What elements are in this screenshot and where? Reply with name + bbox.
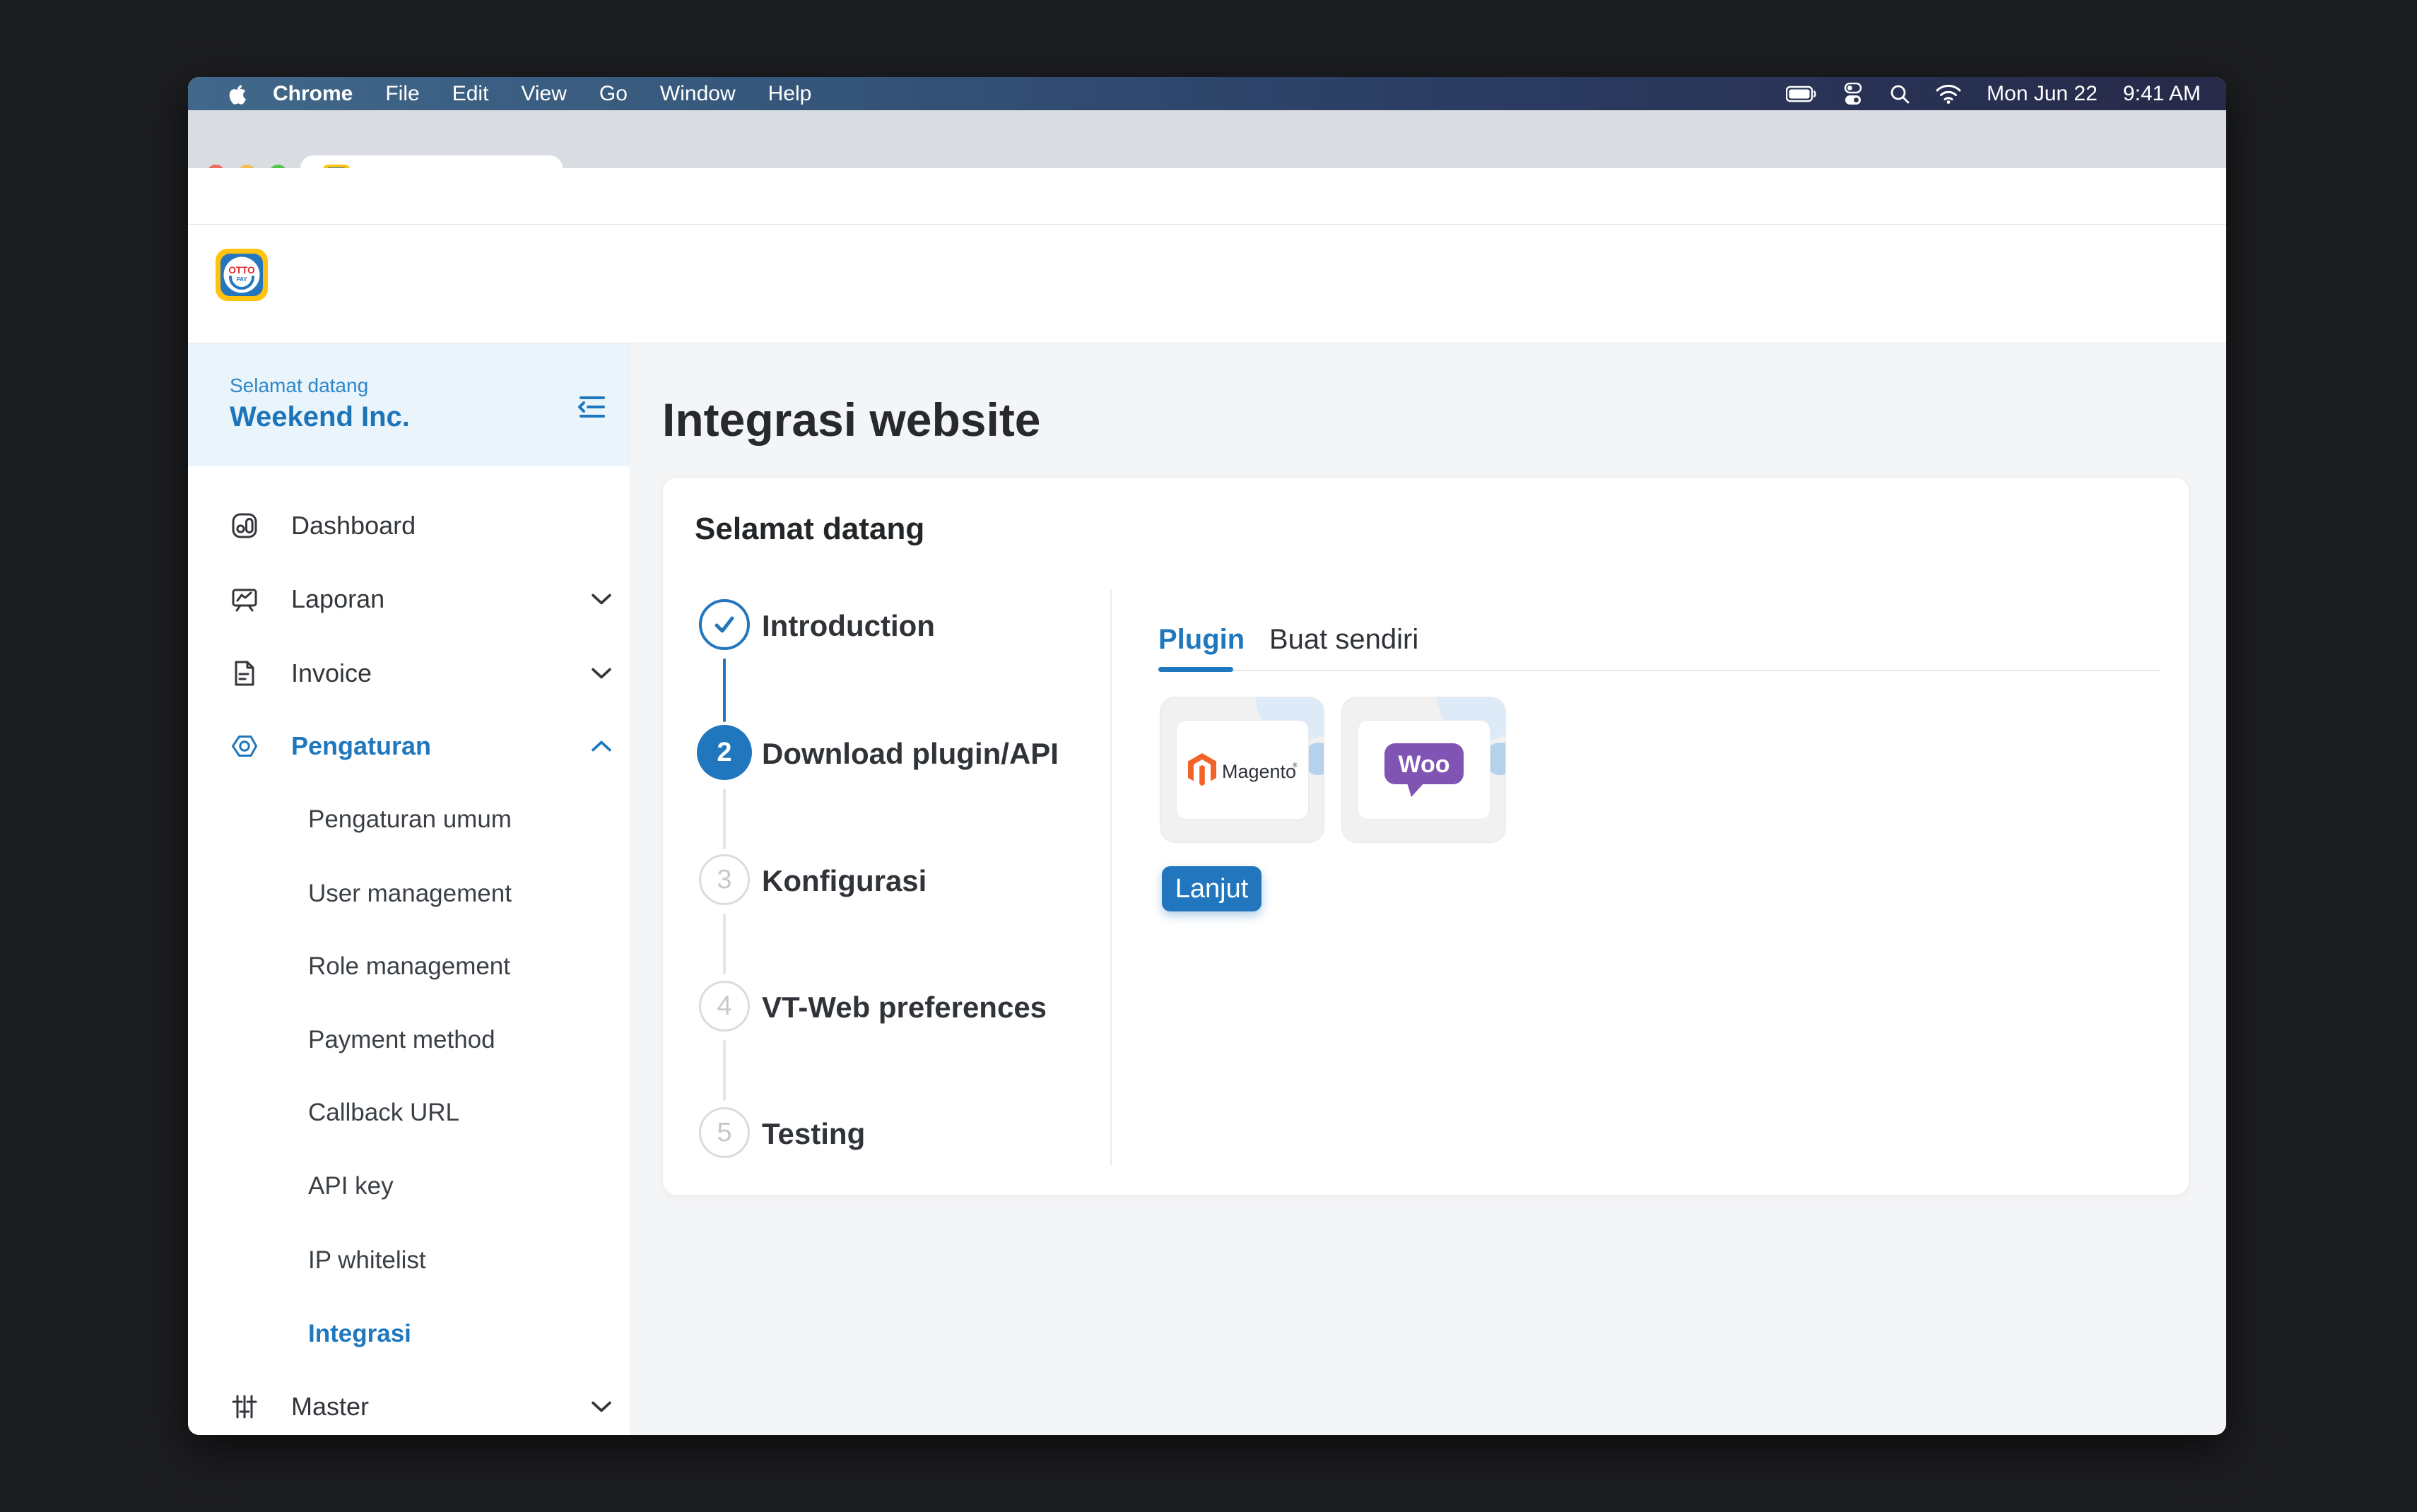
check-icon: [711, 611, 738, 638]
step-connector: [723, 789, 726, 849]
tab-buat-sendiri[interactable]: Buat sendiri: [1269, 624, 1418, 656]
step-2-circle[interactable]: 2: [697, 725, 752, 780]
sidebar-item-pengaturan-umum[interactable]: Pengaturan umum: [188, 789, 630, 851]
sidebar-item-invoice[interactable]: Invoice: [188, 642, 630, 704]
card-title: Selamat datang: [695, 512, 924, 547]
sidebar-item-master[interactable]: Master: [188, 1376, 630, 1435]
menu-window[interactable]: Window: [660, 82, 736, 106]
chevron-down-icon: [589, 1399, 613, 1414]
dashboard-icon: [230, 512, 259, 540]
menu-go[interactable]: Go: [599, 82, 628, 106]
magento-logo: Magento ®: [1187, 752, 1298, 789]
settings-icon: [230, 732, 259, 760]
sidebar-header: Selamat datang Weekend Inc.: [188, 343, 630, 466]
plugin-card-woocommerce[interactable]: Woo: [1341, 697, 1506, 843]
step-5-circle[interactable]: 5: [699, 1107, 750, 1158]
sidebar-item-role-management[interactable]: Role management: [188, 935, 630, 998]
step-2-label: Download plugin/API: [762, 737, 1059, 771]
browser-toolbar: http://ottobusinessportal.com/admin: [188, 168, 2226, 225]
svg-text:PAY: PAY: [236, 276, 247, 283]
spotlight-search-icon[interactable]: [1889, 83, 1910, 105]
sidebar-item-payment-method[interactable]: Payment method: [188, 1009, 630, 1071]
sidebar-item-user-management[interactable]: User management: [188, 863, 630, 925]
svg-text:OTTO: OTTO: [228, 265, 254, 276]
menubar-app-name[interactable]: Chrome: [273, 82, 353, 106]
woocommerce-logo: Woo: [1383, 740, 1465, 800]
menubar-time[interactable]: 9:41 AM: [2123, 82, 2201, 106]
sidebar-item-laporan[interactable]: Laporan: [188, 568, 630, 630]
continue-button[interactable]: Lanjut: [1162, 866, 1262, 911]
step-1-label: Introduction: [762, 609, 935, 643]
wifi-icon[interactable]: [1936, 84, 1961, 104]
tab-plugin[interactable]: Plugin: [1158, 624, 1245, 656]
sidebar-welcome-label: Selamat datang: [230, 374, 368, 397]
apple-menu[interactable]: [228, 83, 246, 105]
step-3-circle[interactable]: 3: [699, 854, 750, 905]
step-5-label: Testing: [762, 1117, 865, 1151]
ottopay-logo: OTTO PAY: [214, 247, 269, 302]
step-connector: [723, 914, 726, 974]
tabbar-line: [1158, 670, 2160, 671]
menubar-date[interactable]: Mon Jun 22: [1987, 82, 2098, 106]
step-4-label: VT-Web preferences: [762, 991, 1047, 1024]
report-icon: [230, 585, 259, 613]
chevron-up-icon: [589, 738, 613, 754]
menu-help[interactable]: Help: [768, 82, 812, 106]
sidebar-item-api-key[interactable]: API key: [188, 1155, 630, 1217]
macos-menubar: Chrome File Edit View Go Window Help Mon…: [188, 77, 2226, 110]
step-4-number: 4: [717, 991, 731, 1022]
chevron-down-icon: [589, 666, 613, 681]
menu-file[interactable]: File: [385, 82, 419, 106]
master-sliders-icon: [230, 1393, 259, 1421]
step-connector: [723, 1040, 726, 1101]
stepper-divider: [1110, 589, 1112, 1165]
main-content: Integrasi website Selamat datang Introdu…: [630, 343, 2226, 1435]
apple-icon: [228, 83, 246, 105]
battery-icon[interactable]: [1786, 85, 1817, 102]
company-name: Weekend Inc.: [230, 401, 410, 433]
page-title: Integrasi website: [662, 393, 1041, 447]
step-4-circle[interactable]: 4: [699, 981, 750, 1032]
step-2-number: 2: [717, 738, 731, 768]
browser-window: Chrome File Edit View Go Window Help Mon…: [188, 77, 2226, 1435]
menu-view[interactable]: View: [521, 82, 566, 106]
sidebar-item-callback-url[interactable]: Callback URL: [188, 1082, 630, 1144]
menu-edit[interactable]: Edit: [452, 82, 489, 106]
sidebar-item-ip-whitelist[interactable]: IP whitelist: [188, 1229, 630, 1292]
plugin-card-magento[interactable]: Magento ®: [1160, 697, 1324, 843]
chevron-down-icon: [589, 591, 613, 607]
invoice-icon: [230, 659, 259, 687]
active-tab-underline: [1158, 667, 1233, 672]
collapse-sidebar-icon[interactable]: [577, 394, 606, 420]
svg-text:Magento: Magento: [1222, 761, 1296, 782]
step-1-circle[interactable]: [699, 599, 750, 650]
sidebar-item-dashboard[interactable]: Dashboard: [188, 495, 630, 557]
step-3-label: Konfigurasi: [762, 864, 927, 898]
sidebar-item-pengaturan[interactable]: Pengaturan: [188, 715, 630, 777]
sidebar-item-integrasi[interactable]: Integrasi: [188, 1303, 630, 1365]
step-connector: [723, 658, 726, 722]
sidebar: Selamat datang Weekend Inc. Dashboard La…: [188, 343, 630, 1435]
tab-strip: OTTO Otto Business Portal × +: [188, 110, 2226, 168]
svg-text:Woo: Woo: [1398, 751, 1449, 778]
integration-card: Selamat datang Introduction 2 Download p…: [662, 477, 2189, 1195]
svg-text:®: ®: [1293, 762, 1298, 769]
step-5-number: 5: [717, 1118, 731, 1148]
control-center-icon[interactable]: [1842, 83, 1864, 105]
app-header: OTTO PAY Business Portal Powered by Otto…: [188, 225, 2226, 343]
step-3-number: 3: [717, 865, 731, 895]
